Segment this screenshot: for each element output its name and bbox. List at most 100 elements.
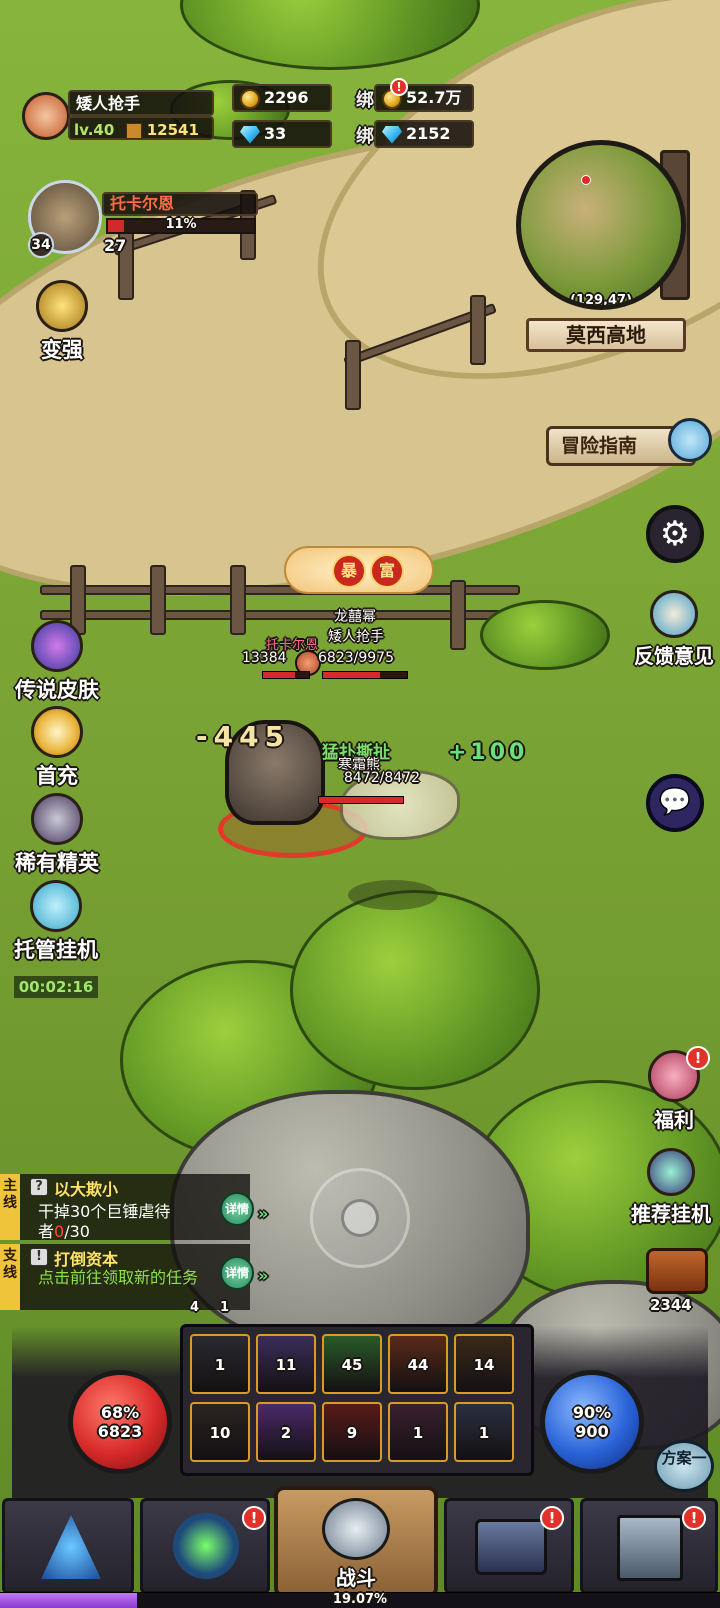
- quest-sword-icon: !: [30, 1248, 48, 1266]
- exp-percent: 19.07%: [332, 1592, 388, 1607]
- main-quest-tag: 主线: [0, 1174, 20, 1240]
- fence-post: [150, 565, 166, 635]
- treasure-chest-icon[interactable]: [646, 1248, 708, 1294]
- skill-slot[interactable]: 1: [190, 1334, 250, 1394]
- chat-bubble-icon[interactable]: 💬: [646, 774, 704, 832]
- wizard-hood-icon: [173, 1513, 239, 1579]
- side-quest-title: 打倒资本: [54, 1250, 119, 1269]
- main-quest-detail-button[interactable]: 详情: [220, 1192, 254, 1226]
- player-name: 矮人抢手: [76, 94, 141, 113]
- nav-character-button[interactable]: [2, 1498, 134, 1594]
- skill-slot[interactable]: 2: [256, 1402, 316, 1462]
- skill-slot[interactable]: 1: [388, 1402, 448, 1462]
- side-quest[interactable]: 支线 ! 打倒资本 点击前往领取新的任务 详情: [0, 1244, 254, 1310]
- enemy-hp-text: 13384: [242, 650, 287, 666]
- feedback-button[interactable]: 反馈意见: [628, 590, 720, 669]
- adventure-guide-label: 冒险指南: [561, 435, 638, 457]
- boss-progress-bar: 11%: [106, 217, 256, 234]
- guild-alert-badge: !: [682, 1506, 706, 1530]
- boss-name-pill: 托卡尔恩: [102, 192, 258, 216]
- battle-title: 龙囍幂: [334, 609, 376, 625]
- treasure-box-icon: [475, 1519, 547, 1575]
- main-quest-total: /30: [64, 1222, 90, 1241]
- boss-name: 托卡尔恩: [110, 194, 175, 213]
- tree-canopy: [180, 0, 480, 70]
- event-label-1: 暴: [332, 554, 366, 588]
- boss-level: 34: [28, 232, 54, 258]
- player-marker-icon: [581, 175, 591, 185]
- sun-icon: [31, 706, 83, 758]
- virtual-joystick[interactable]: [310, 1168, 410, 1268]
- area-name: 莫西高地: [526, 318, 686, 352]
- crossed-swords-icon: [322, 1498, 390, 1560]
- power-icon: [125, 122, 142, 139]
- castle-icon: [617, 1515, 683, 1581]
- crystal-icon: [41, 1515, 101, 1579]
- buff-stack-b: 1: [220, 1300, 230, 1315]
- first-charge-button[interactable]: 首充: [14, 706, 100, 790]
- skill-slot[interactable]: 10: [190, 1402, 250, 1462]
- gold-amount: 2296: [264, 88, 309, 107]
- auto-idle-label: 托管挂机: [14, 938, 98, 962]
- buff-stack-a: 4: [190, 1300, 200, 1315]
- fence-post: [470, 295, 486, 365]
- strengthen-button[interactable]: 变强: [22, 280, 102, 364]
- skill-slot[interactable]: 45: [322, 1334, 382, 1394]
- robot-icon: [30, 880, 82, 932]
- settings-gear-icon[interactable]: ⚙: [646, 505, 704, 563]
- bound-diamond-amount: 2152: [406, 124, 451, 143]
- lucky-event-banner[interactable]: 暴 富: [284, 546, 434, 594]
- nav-battle-button[interactable]: 战斗: [274, 1486, 438, 1598]
- first-charge-label: 首充: [36, 764, 78, 788]
- chevron-right-icon: »: [258, 1204, 269, 1223]
- quest-question-icon: ?: [30, 1178, 48, 1196]
- mp-value: 900: [575, 1422, 609, 1441]
- legend-skin-label: 传说皮肤: [15, 678, 99, 702]
- auto-idle-button[interactable]: 托管挂机: [0, 880, 112, 964]
- diamond-icon: [240, 125, 260, 144]
- side-quest-detail-button[interactable]: 详情: [220, 1256, 254, 1290]
- player-hp-fill: [323, 672, 381, 678]
- main-quest-desc-suffix: 者: [38, 1222, 55, 1241]
- bound-gold-label: 绑: [356, 90, 374, 111]
- recommend-idle-button[interactable]: 推荐挂机: [622, 1148, 720, 1227]
- rare-elite-button[interactable]: 稀有精英: [4, 793, 110, 877]
- diamond-counter[interactable]: 33: [232, 120, 332, 148]
- joystick-knob[interactable]: [341, 1199, 379, 1237]
- bound-diamond-label: 绑: [356, 126, 374, 147]
- hp-orb: 68% 6823: [68, 1370, 172, 1474]
- shadow: [348, 880, 438, 910]
- skill-slot[interactable]: 9: [322, 1402, 382, 1462]
- strengthen-label: 变强: [41, 338, 83, 362]
- idle-timer: 00:02:16: [14, 976, 98, 998]
- chevron-right-icon: »: [258, 1266, 269, 1285]
- event-label-2: 富: [370, 554, 404, 588]
- skill-slot[interactable]: 11: [256, 1334, 316, 1394]
- bound-gold-counter[interactable]: 52.7万: [374, 84, 474, 112]
- player-level: lv.40: [74, 121, 115, 139]
- welfare-label: 福利: [654, 1108, 694, 1132]
- minimap[interactable]: (129,47): [516, 140, 686, 310]
- bush: [480, 600, 610, 670]
- player-stats-pill: lv.40 12541: [68, 116, 214, 140]
- skill-slot[interactable]: 44: [388, 1334, 448, 1394]
- bound-gold-amount: 52.7万: [406, 88, 462, 107]
- gold-counter[interactable]: 2296: [232, 84, 332, 112]
- side-quest-desc: 点击前往领取新的任务: [38, 1268, 199, 1287]
- mob-hp-bar: [318, 796, 404, 804]
- bound-diamond-icon: [382, 125, 402, 144]
- player-battle-name: 矮人抢手: [328, 629, 384, 645]
- skill-slot[interactable]: 1: [454, 1402, 514, 1462]
- heal-number: +100: [448, 740, 529, 765]
- boss-progress-text: 11%: [165, 217, 197, 232]
- main-quest-progress: 0: [54, 1222, 65, 1241]
- legend-skin-button[interactable]: 传说皮肤: [2, 620, 112, 704]
- bound-diamond-counter[interactable]: 2152: [374, 120, 474, 148]
- fence-post: [230, 565, 246, 635]
- skill-slot[interactable]: 14: [454, 1334, 514, 1394]
- plan-switch-button[interactable]: 方案一: [654, 1440, 714, 1492]
- player-name-pill: 矮人抢手: [68, 90, 214, 116]
- player-avatar[interactable]: [22, 92, 70, 140]
- enemy-hp-bar: [262, 671, 310, 679]
- main-quest[interactable]: 主线 ? 以大欺小 干掉30个巨锤虐待 者0/30 详情: [0, 1174, 254, 1241]
